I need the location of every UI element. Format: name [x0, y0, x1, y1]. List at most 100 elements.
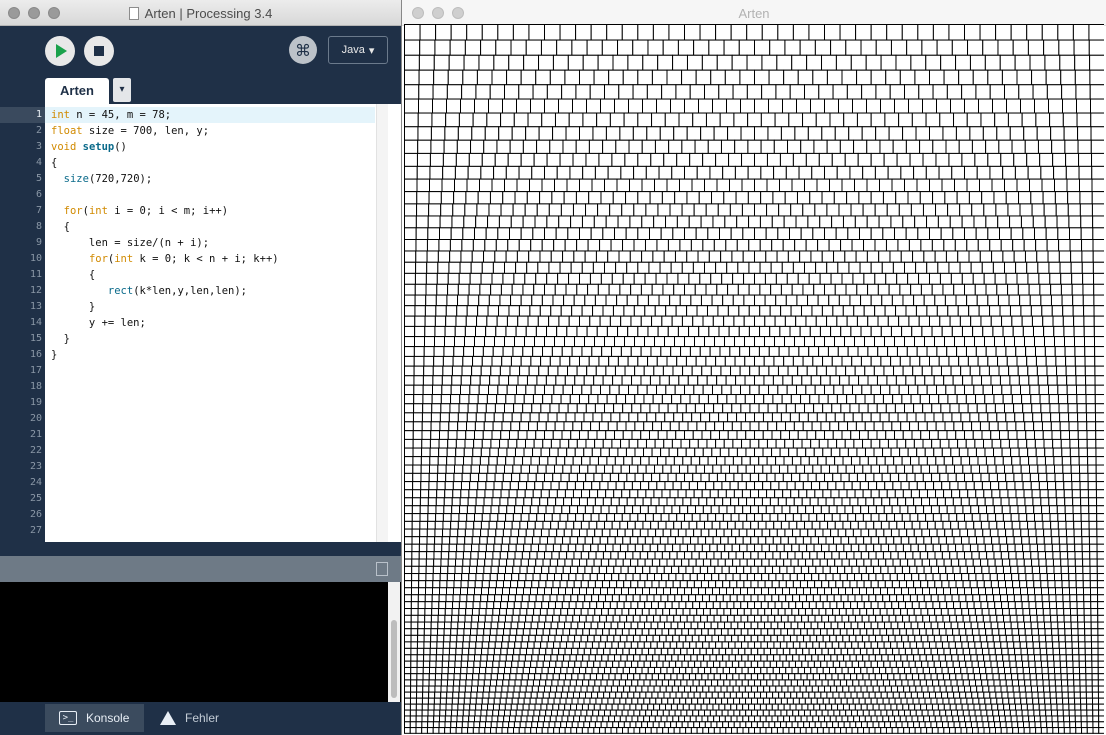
grid-square	[652, 421, 662, 432]
grid-square	[1090, 634, 1099, 643]
grid-square	[676, 215, 690, 229]
grid-square	[480, 520, 490, 530]
grid-square	[1044, 54, 1061, 71]
grid-square	[966, 565, 976, 575]
grid-square	[855, 634, 863, 643]
code-line: for(int k = 0; k < n + i; k++)	[88, 253, 279, 265]
grid-square	[973, 215, 987, 229]
mode-selector[interactable]: Java ▾	[328, 36, 388, 64]
editor-scrollbar[interactable]	[376, 104, 388, 542]
grid-square	[565, 520, 575, 530]
run-button[interactable]	[45, 36, 75, 66]
ide-titlebar[interactable]: Arten | Processing 3.4	[0, 0, 401, 26]
grid-square	[451, 215, 465, 229]
grid-square	[1065, 355, 1076, 367]
grid-square	[424, 315, 436, 327]
grid-square	[1094, 384, 1104, 396]
grid-square	[850, 203, 864, 217]
tab-menu-button[interactable]: ▾	[113, 78, 131, 102]
grid-square	[1075, 375, 1087, 386]
grid-square	[637, 294, 649, 307]
grid-square	[584, 294, 596, 307]
grid-square	[472, 355, 483, 367]
tab-console[interactable]: >_ Konsole	[45, 704, 144, 732]
grid-square	[1030, 305, 1043, 317]
grid-square	[984, 621, 992, 630]
grid-square	[1018, 513, 1028, 522]
grid-square	[967, 447, 977, 458]
grid-square	[424, 594, 433, 603]
grid-square	[758, 438, 768, 449]
tab-arten[interactable]: Arten	[45, 78, 109, 104]
grid-square	[1051, 543, 1061, 553]
clipboard-icon[interactable]	[376, 562, 388, 576]
grid-square	[788, 520, 798, 530]
grid-square	[765, 227, 779, 241]
grid-square	[815, 112, 831, 128]
grid-square	[851, 565, 860, 575]
stop-button[interactable]	[84, 36, 114, 66]
grid-square	[510, 580, 519, 589]
grid-square	[1012, 239, 1025, 252]
grid-square	[883, 528, 892, 538]
grid-square	[506, 505, 516, 515]
grid-square	[800, 513, 810, 522]
grid-square	[880, 54, 897, 71]
grid-square	[549, 69, 566, 86]
grid-square	[512, 513, 522, 522]
grid-square	[999, 489, 1009, 499]
code-editor[interactable]: 1 2 3 4 5 6 7 8 9 10 11 12 13 14 15 16 17 18 19 20 21 22 23 24 2…	[0, 104, 401, 542]
grid-square	[658, 294, 671, 307]
grid-square	[848, 261, 861, 274]
grid-square	[913, 294, 925, 307]
grid-square	[445, 305, 458, 317]
grid-square	[877, 621, 885, 630]
grid-square	[1092, 250, 1104, 263]
grid-square	[1042, 430, 1053, 440]
grid-square	[448, 551, 457, 560]
grid-square	[508, 543, 517, 553]
grid-square	[623, 481, 633, 491]
grid-square	[487, 464, 497, 474]
grid-square	[670, 261, 683, 274]
grid-square	[931, 325, 943, 338]
grid-square	[695, 641, 704, 649]
grid-square	[852, 505, 862, 515]
grid-square	[798, 543, 808, 553]
sketch-titlebar[interactable]: Arten	[402, 0, 1106, 26]
grid-square	[777, 384, 788, 396]
console-scrollbar-thumb[interactable]	[391, 620, 397, 698]
grid-square	[641, 608, 650, 616]
grid-square	[1029, 472, 1040, 483]
grid-square	[606, 513, 616, 522]
grid-square	[857, 497, 867, 507]
grid-square	[859, 227, 872, 241]
sketch-canvas[interactable]	[404, 24, 1104, 735]
grid-square	[581, 305, 594, 317]
code-text-area[interactable]: int n = 45, m = 78; float size = 700, len…	[45, 104, 375, 542]
tab-errors[interactable]: Fehler	[146, 704, 246, 732]
grid-square	[563, 421, 574, 432]
grid-square	[990, 580, 999, 589]
grid-square	[464, 39, 482, 56]
grid-square	[1057, 520, 1067, 530]
grid-square	[457, 528, 466, 538]
grid-square	[889, 472, 900, 483]
grid-square	[483, 565, 492, 575]
grid-square	[490, 565, 499, 575]
grid-square	[1063, 608, 1072, 616]
grid-square	[1041, 178, 1055, 193]
grid-square	[1071, 489, 1081, 499]
grid-square	[765, 250, 778, 263]
grid-square	[980, 472, 990, 483]
grid-square	[986, 594, 995, 603]
grid-square	[599, 239, 612, 252]
grid-square	[456, 543, 465, 553]
console-output[interactable]	[0, 582, 401, 702]
grid-square	[1035, 239, 1048, 252]
grid-square	[836, 565, 846, 575]
grid-square	[627, 325, 639, 338]
debugger-button[interactable]: ⌘	[289, 36, 317, 64]
grid-square	[795, 315, 807, 327]
grid-square	[864, 365, 875, 377]
